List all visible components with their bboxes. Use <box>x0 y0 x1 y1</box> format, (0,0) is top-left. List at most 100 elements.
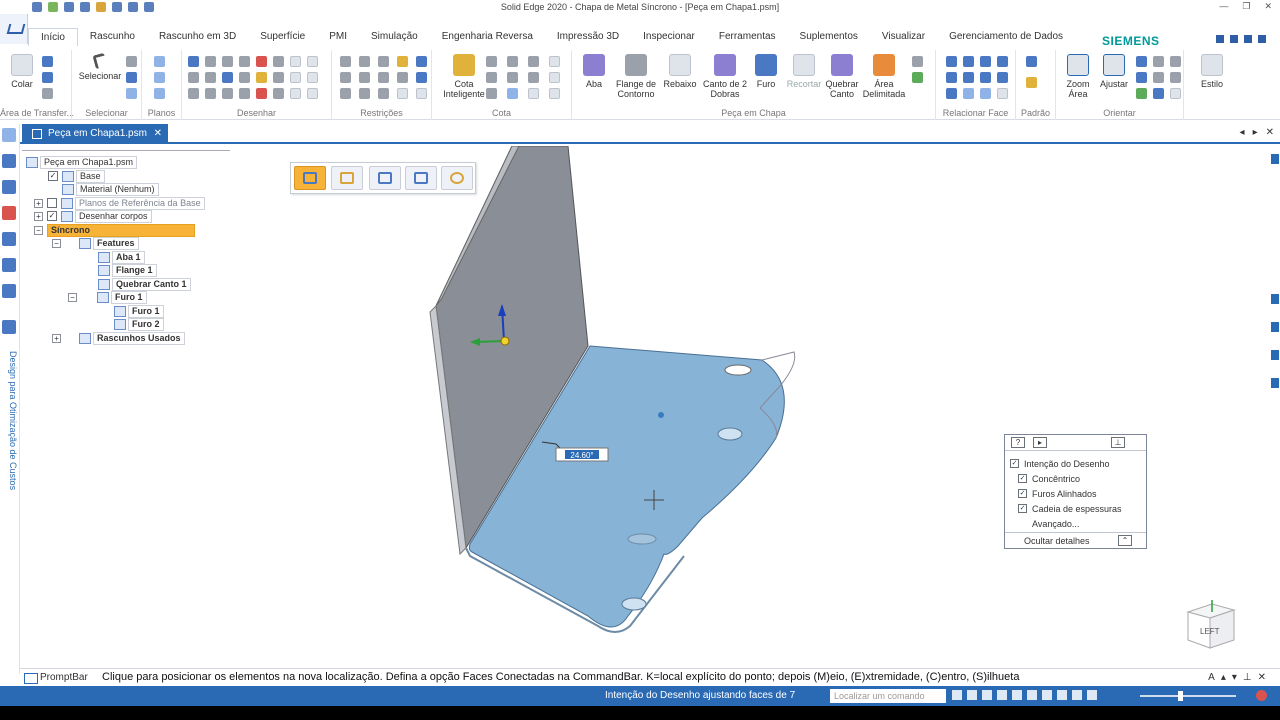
view-cube[interactable]: LEFT <box>1184 598 1238 652</box>
bounded-area-button[interactable]: Área Delimitada <box>860 54 908 99</box>
view-icon[interactable] <box>1153 88 1164 99</box>
close-document-icon[interactable]: ✕ <box>154 124 162 144</box>
zoom-area-icon[interactable] <box>967 690 977 700</box>
layout-icon[interactable] <box>1216 35 1224 43</box>
design-intent-master[interactable]: ✓ Intenção do Desenho <box>1010 457 1110 470</box>
panel-icon[interactable] <box>1271 294 1279 304</box>
tab-suplementos[interactable]: Suplementos <box>788 28 870 46</box>
line-icon[interactable] <box>188 56 199 67</box>
tree-node-hole-2[interactable]: Furo 2 <box>114 317 164 331</box>
hole-4[interactable] <box>621 597 647 611</box>
smart-dimension-button[interactable]: Cota Inteligente <box>438 54 490 99</box>
help-icon[interactable]: ? <box>1011 437 1025 448</box>
help-icon[interactable] <box>1244 35 1252 43</box>
collapse-ribbon-icon[interactable] <box>1258 35 1266 43</box>
mirror-icon[interactable] <box>1026 77 1037 88</box>
restore-icon[interactable]: ❐ <box>1242 1 1250 12</box>
spin-icon[interactable] <box>1136 88 1147 99</box>
model-canvas[interactable]: 24.60° <box>232 145 1270 674</box>
break-corner-button[interactable]: Quebrar Canto <box>820 54 864 99</box>
select-group-icon[interactable] <box>126 88 137 99</box>
move-icon[interactable] <box>256 72 267 83</box>
aligned-holes-checkbox[interactable]: ✓ <box>1018 489 1027 498</box>
pen-icon[interactable] <box>256 88 267 99</box>
layout-alt-icon[interactable] <box>1230 35 1238 43</box>
arc-icon[interactable] <box>205 56 216 67</box>
collapse-icon[interactable]: − <box>68 292 77 302</box>
view-icon[interactable] <box>1027 690 1037 700</box>
text-icon[interactable] <box>528 72 539 83</box>
polygon-icon[interactable] <box>205 72 216 83</box>
dimension-style-icon[interactable] <box>486 88 497 99</box>
detach-option-button[interactable] <box>405 166 437 190</box>
tree-node-document[interactable]: Peça em Chapa1.psm <box>26 155 138 169</box>
view-icon[interactable] <box>1170 72 1181 83</box>
tab-superficie[interactable]: Superfície <box>248 28 317 46</box>
close-icon[interactable]: ✕ <box>1264 1 1272 12</box>
panel-icon[interactable] <box>1271 154 1279 164</box>
contour-flange-button[interactable]: Flange de Contorno <box>612 54 660 99</box>
copy-option-button[interactable] <box>369 166 401 190</box>
fillet-icon[interactable] <box>239 56 250 67</box>
layers-icon[interactable] <box>2 154 16 168</box>
visibility-checkbox[interactable]: ✓ <box>48 171 58 181</box>
scroll-down-icon[interactable]: ▾ <box>1232 672 1237 683</box>
option-thickness-chain[interactable]: ✓ Cadeia de espessuras <box>1018 502 1122 515</box>
hide-details-link[interactable]: Ocultar detalhes <box>1024 536 1090 546</box>
hole-3[interactable] <box>627 533 657 545</box>
filter-icon[interactable] <box>126 56 137 67</box>
pan-icon[interactable] <box>1153 56 1164 67</box>
plane-offset-icon[interactable] <box>154 88 165 99</box>
zoom-slider[interactable] <box>1140 691 1236 701</box>
fix-icon[interactable] <box>340 88 351 99</box>
plane-icon[interactable] <box>154 56 165 67</box>
shading-icon[interactable] <box>1042 690 1052 700</box>
fit-icon[interactable] <box>982 690 992 700</box>
tab-inicio[interactable]: Início <box>28 28 78 46</box>
angle-icon[interactable] <box>507 56 518 67</box>
horizontal-face-icon[interactable] <box>946 88 957 99</box>
tab-impressao-3d[interactable]: Impressão 3D <box>545 28 631 46</box>
thickness-chain-checkbox[interactable]: ✓ <box>1018 504 1027 513</box>
trim-icon[interactable] <box>222 56 233 67</box>
cut-icon[interactable] <box>42 56 53 67</box>
tree-node-flange[interactable]: Flange 1 <box>98 263 157 277</box>
dimension-chain-icon[interactable] <box>486 72 497 83</box>
coplanar-icon[interactable] <box>946 56 957 67</box>
tree-node-features[interactable]: − Features <box>52 236 139 250</box>
pin-icon[interactable]: ⊥ <box>1243 672 1252 683</box>
tree-node-tab[interactable]: Aba 1 <box>98 250 145 264</box>
chevron-up-icon[interactable]: ⌃ <box>1118 535 1132 546</box>
tangent-face-icon[interactable] <box>946 72 957 83</box>
visibility-checkbox[interactable] <box>47 198 57 208</box>
option-concentric[interactable]: ✓ Concêntrico <box>1018 472 1080 485</box>
advanced-link[interactable]: Avançado... <box>1032 517 1079 530</box>
symmetric-icon[interactable] <box>416 72 427 83</box>
tree-node-synchronous[interactable]: − Síncrono <box>34 223 195 237</box>
more-tools-icon[interactable] <box>912 56 923 67</box>
offset-icon[interactable] <box>222 72 233 83</box>
panel-icon[interactable] <box>1271 378 1279 388</box>
tab-pmi[interactable]: PMI <box>317 28 359 46</box>
font-size-icon[interactable]: A <box>1208 672 1215 683</box>
move-option-button[interactable] <box>331 166 363 190</box>
pathfinder-icon[interactable] <box>2 128 16 142</box>
scroll-up-icon[interactable]: ▴ <box>1221 672 1226 683</box>
paste-button[interactable]: Colar <box>0 54 44 89</box>
minimize-icon[interactable]: — <box>1219 1 1228 12</box>
tab-rascunho-3d[interactable]: Rascunho em 3D <box>147 28 248 46</box>
parallel-face-icon[interactable] <box>980 56 991 67</box>
coaxial-icon[interactable] <box>963 56 974 67</box>
relate-icon[interactable] <box>416 56 427 67</box>
more-icon[interactable] <box>273 88 284 99</box>
options-button[interactable] <box>441 166 473 190</box>
tree-node-used-sketches[interactable]: + Rascunhos Usados <box>52 331 185 345</box>
tree-node-reference-planes[interactable]: + Planos de Referência da Base <box>34 196 205 210</box>
more-icon[interactable] <box>273 72 284 83</box>
tab-ferramentas[interactable]: Ferramentas <box>707 28 788 46</box>
visibility-checkbox[interactable]: ✓ <box>47 211 57 221</box>
panel-icon[interactable] <box>1271 322 1279 332</box>
dimension-angular-icon[interactable] <box>507 72 518 83</box>
tree-splitter[interactable] <box>22 145 230 151</box>
fit-button[interactable]: Ajustar <box>1092 54 1136 89</box>
